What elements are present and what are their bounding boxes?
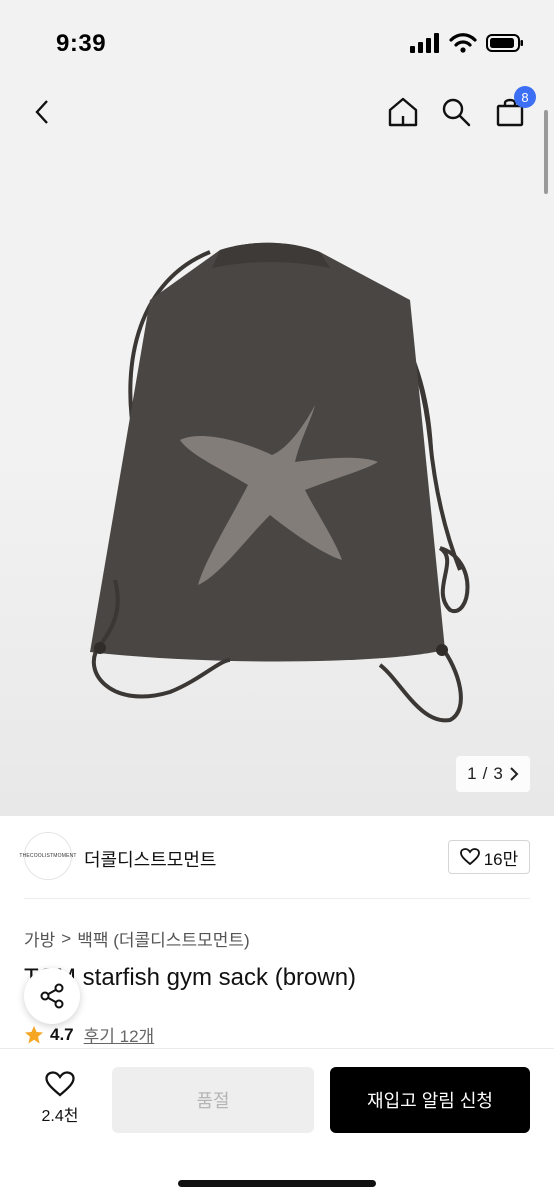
restock-notify-button[interactable]: 재입고 알림 신청 <box>330 1067 530 1133</box>
heart-icon <box>45 1071 75 1097</box>
home-button[interactable] <box>385 94 421 130</box>
wishlist-count: 2.4천 <box>41 1108 79 1125</box>
brand-like-count: 16만 <box>483 849 519 869</box>
wifi-icon <box>449 33 477 53</box>
share-button[interactable] <box>24 968 80 1024</box>
breadcrumb: 가방 > 백팩 (더콜디스트모먼트) <box>24 926 250 951</box>
scroll-indicator <box>544 110 548 194</box>
cart-button[interactable]: 8 <box>492 86 536 130</box>
battery-icon <box>486 34 523 52</box>
share-icon <box>40 983 64 1009</box>
back-button[interactable] <box>24 94 60 130</box>
search-button[interactable] <box>438 94 474 130</box>
top-nav: 8 <box>0 86 554 138</box>
brand-like-button[interactable]: 16만 <box>448 840 530 874</box>
home-indicator <box>178 1180 376 1187</box>
cellular-signal-icon <box>410 33 439 53</box>
bottom-action-bar: 2.4천 품절 재입고 알림 신청 <box>0 1048 554 1200</box>
brand-logo-text: THECOOLISTMOMENT <box>19 853 77 859</box>
cart-count-badge: 8 <box>514 86 536 108</box>
rating-row: 4.7 후기 12개 <box>24 1022 154 1047</box>
review-count-link[interactable]: 후기 12개 <box>84 1022 155 1047</box>
brand-name[interactable]: 더콜디스트모먼트 <box>84 846 216 872</box>
status-bar: 9:39 <box>0 0 554 90</box>
status-time: 9:39 <box>56 30 107 57</box>
divider <box>24 898 530 899</box>
brand-row: THECOOLISTMOMENT 더콜디스트모먼트 16만 <box>19 832 530 882</box>
star-icon <box>25 1025 43 1043</box>
breadcrumb-subcategory[interactable]: 백팩 (더콜디스트모먼트) <box>77 926 249 951</box>
product-image[interactable] <box>80 240 480 730</box>
status-icons <box>410 33 524 53</box>
chevron-left-icon <box>35 100 48 124</box>
rating-value: 4.7 <box>50 1024 74 1044</box>
breadcrumb-separator: > <box>61 928 72 948</box>
image-counter-separator: / <box>482 764 488 783</box>
image-counter-current: 1 <box>467 764 477 783</box>
breadcrumb-category[interactable]: 가방 <box>24 926 55 951</box>
chevron-right-icon <box>510 767 519 781</box>
image-counter[interactable]: 1 / 3 <box>456 756 530 792</box>
soldout-button: 품절 <box>112 1067 314 1133</box>
image-counter-total: 3 <box>493 764 503 783</box>
brand-logo[interactable]: THECOOLISTMOMENT <box>19 832 76 880</box>
wishlist-button[interactable]: 2.4천 <box>28 1071 92 1127</box>
search-icon <box>442 98 471 127</box>
heart-icon <box>459 848 480 866</box>
home-icon <box>388 97 418 127</box>
